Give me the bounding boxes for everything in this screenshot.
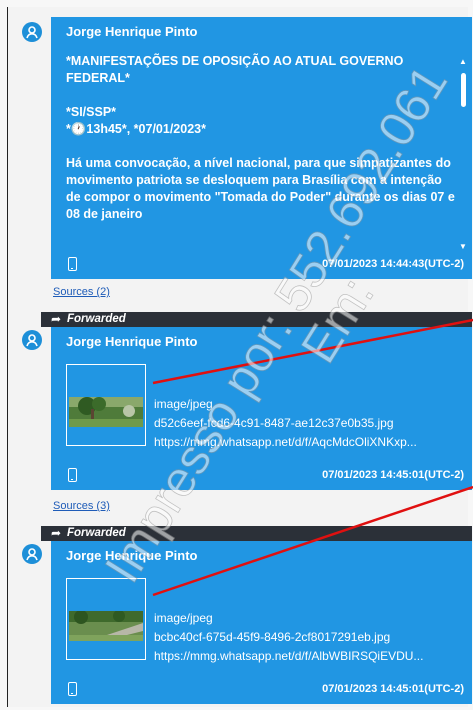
attachment-mime: image/jpeg — [154, 611, 213, 625]
message-timestamp: 07/01/2023 14:44:43(UTC-2) — [322, 258, 464, 270]
attachment-url[interactable]: https://mmg.whatsapp.net/d/f/AqcMdcOliXN… — [154, 435, 469, 449]
scroll-thumb[interactable] — [461, 73, 466, 107]
forward-arrow-icon: ➦ — [51, 526, 62, 540]
attachment-mime: image/jpeg — [154, 397, 213, 411]
forwarded-bar: ➦ Forwarded — [41, 526, 472, 541]
image-preview — [69, 611, 143, 641]
forwarded-label: Forwarded — [67, 527, 126, 539]
message-timestamp: 07/01/2023 14:45:01(UTC-2) — [322, 683, 464, 695]
forward-arrow-icon: ➦ — [51, 312, 62, 326]
image-thumbnail[interactable] — [66, 364, 146, 446]
message-timestamp: 07/01/2023 14:45:01(UTC-2) — [322, 469, 464, 481]
sender-name: Jorge Henrique Pinto — [66, 548, 198, 563]
user-avatar-icon — [22, 22, 42, 42]
message-bubble[interactable]: Jorge Henrique Pinto image/jpeg bcbc40cf… — [51, 541, 472, 704]
sources-link[interactable]: Sources (2) — [53, 286, 110, 298]
message-footer: 07/01/2023 14:44:43(UTC-2) — [66, 257, 464, 275]
message-scrollbar[interactable]: ▲ ▼ — [458, 57, 468, 251]
attachment-filename: d52c6eef-fcd6-4c91-8487-ae12c37e0b35.jpg — [154, 416, 394, 430]
user-avatar-icon — [22, 330, 42, 350]
user-avatar-icon — [22, 544, 42, 564]
scroll-down-arrow-icon[interactable]: ▼ — [459, 242, 467, 251]
sources-link[interactable]: Sources (3) — [53, 500, 110, 512]
message-footer: 07/01/2023 14:45:01(UTC-2) — [66, 468, 464, 486]
scroll-up-arrow-icon[interactable]: ▲ — [459, 57, 467, 66]
attachment-url[interactable]: https://mmg.whatsapp.net/d/f/AlbWBIRSQiE… — [154, 649, 469, 663]
chat-panel: Jorge Henrique Pinto *MANIFESTAÇÕES DE O… — [7, 7, 472, 707]
attachment-filename: bcbc40cf-675d-45f9-8496-2cf8017291eb.jpg — [154, 630, 391, 644]
phone-icon — [68, 682, 77, 696]
image-thumbnail[interactable] — [66, 578, 146, 660]
forwarded-bar: ➦ Forwarded — [41, 312, 472, 327]
image-preview — [69, 397, 143, 427]
message-footer: 07/01/2023 14:45:01(UTC-2) — [66, 682, 464, 700]
forwarded-label: Forwarded — [67, 313, 126, 325]
phone-icon — [68, 468, 77, 482]
sender-name: Jorge Henrique Pinto — [66, 334, 198, 349]
sender-name: Jorge Henrique Pinto — [66, 24, 198, 39]
message-bubble[interactable]: Jorge Henrique Pinto *MANIFESTAÇÕES DE O… — [51, 17, 472, 279]
phone-icon — [68, 257, 77, 271]
message-bubble[interactable]: Jorge Henrique Pinto image/jpeg d52c6eef… — [51, 327, 472, 490]
message-text: *MANIFESTAÇÕES DE OPOSIÇÃO AO ATUAL GOVE… — [66, 54, 455, 221]
